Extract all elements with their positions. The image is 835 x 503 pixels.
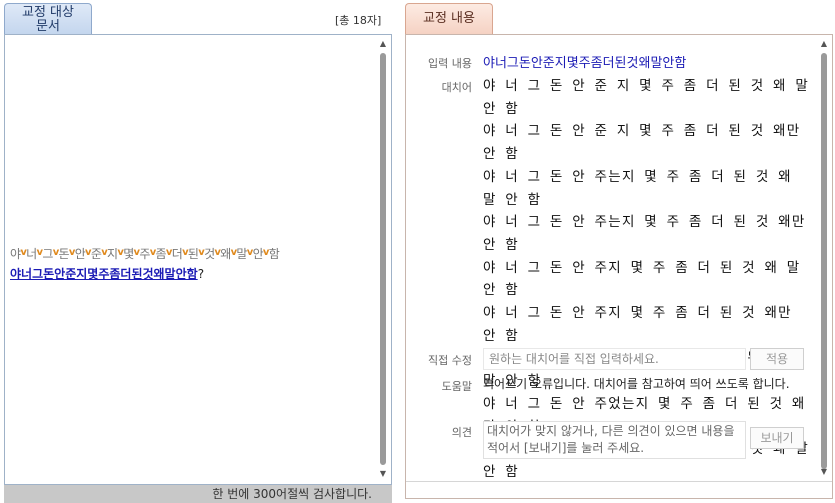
opinion-textarea[interactable] bbox=[483, 421, 746, 459]
direct-edit-input[interactable] bbox=[483, 348, 746, 370]
candidate-item[interactable]: 야 너 그 돈 안 주는지 몇 주 좀 더 된 것 왜만 안 함 bbox=[483, 211, 811, 256]
document-panel: 야v너v그v돈v안v준v지v몇v주v좀v더v된v것v왜v말v안v함 야너그돈안준… bbox=[4, 34, 392, 485]
panel-divider bbox=[406, 481, 832, 482]
spacing-caret-icon: v bbox=[149, 247, 157, 258]
spacing-caret-icon: v bbox=[230, 247, 238, 258]
original-syllable: 그 bbox=[42, 247, 54, 261]
spacing-caret-icon: v bbox=[52, 247, 60, 258]
spacing-caret-icon: v bbox=[85, 247, 92, 258]
apply-button[interactable]: 적용 bbox=[750, 348, 804, 370]
opinion-label: 의견 bbox=[451, 426, 472, 439]
candidate-item[interactable]: 야 너 그 돈 안 준 지 몇 주 좀 더 된 것 왜만 안 함 bbox=[483, 120, 811, 165]
candidate-item[interactable]: 야 너 그 돈 안 주는지 몇 주 좀 더 된 것 왜 말 안 함 bbox=[483, 166, 811, 211]
candidate-item[interactable]: 야 너 그 돈 안 주지 몇 주 좀 더 된 것 왜만 안 함 bbox=[483, 302, 811, 347]
char-count: [총 18자] bbox=[335, 14, 382, 27]
scroll-up-icon[interactable]: ▲ bbox=[377, 39, 389, 49]
scroll-down-icon[interactable]: ▼ bbox=[377, 469, 389, 479]
tab-target-document-label-line1: 교정 대상 bbox=[22, 5, 74, 20]
spacing-caret-icon: v bbox=[246, 247, 254, 258]
send-button[interactable]: 보내기 bbox=[750, 427, 804, 449]
original-syllable: 함 bbox=[268, 247, 281, 261]
spacing-caret-icon: v bbox=[165, 247, 173, 258]
original-text-line: 야v너v그v돈v안v준v지v몇v주v좀v더v된v것v왜v말v안v함 bbox=[10, 245, 280, 265]
spacing-caret-icon: v bbox=[20, 247, 28, 258]
spacing-caret-icon: v bbox=[262, 247, 270, 258]
spacing-caret-icon: v bbox=[133, 247, 141, 258]
document-text: 야v너v그v돈v안v준v지v몇v주v좀v더v된v것v왜v말v안v함 야너그돈안준… bbox=[10, 245, 280, 283]
spacing-caret-icon: v bbox=[36, 247, 44, 258]
spacing-caret-icon: v bbox=[101, 247, 109, 258]
tab-correction-content-label: 교정 내용 bbox=[423, 11, 475, 26]
scrollbar-thumb[interactable] bbox=[821, 53, 827, 469]
scroll-up-icon[interactable]: ▲ bbox=[818, 39, 830, 49]
document-footer-note: 한 번에 300어절씩 검사합니다. bbox=[4, 485, 392, 503]
spacing-caret-icon: v bbox=[198, 247, 206, 258]
scrollbar-thumb[interactable] bbox=[380, 53, 386, 465]
candidate-item[interactable]: 야 너 그 돈 안 주지 몇 주 좀 더 된 것 왜 말 안 함 bbox=[483, 257, 811, 302]
error-word[interactable]: 야너그돈안준지몇주좀더된것왜말안함 bbox=[10, 267, 198, 281]
error-suffix: ? bbox=[197, 267, 205, 281]
original-syllable: 몇 bbox=[123, 247, 135, 261]
help-text: 띄어쓰기 오류입니다. 대치어를 참고하여 띄어 쓰도록 합니다. bbox=[483, 377, 790, 391]
spacing-caret-icon: v bbox=[214, 247, 222, 258]
original-syllable: 왜 bbox=[220, 247, 232, 261]
help-label: 도움말 bbox=[441, 380, 472, 393]
input-label: 입력 내용 bbox=[428, 57, 472, 70]
document-scrollbar[interactable]: ▲ ▼ bbox=[377, 37, 389, 483]
correction-panel: 입력 내용 야너그돈안준지몇주좀더된것왜말안함 대치어 야 너 그 돈 안 준 … bbox=[405, 34, 833, 499]
spacing-caret-icon: v bbox=[117, 247, 125, 258]
candidates-label: 대치어 bbox=[441, 81, 472, 94]
tab-target-document[interactable]: 교정 대상 문서 bbox=[4, 3, 92, 34]
spacing-caret-icon: v bbox=[182, 247, 189, 258]
original-syllable: 너 bbox=[26, 247, 38, 261]
tab-correction-content[interactable]: 교정 내용 bbox=[405, 3, 493, 34]
input-value: 야너그돈안준지몇주좀더된것왜말안함 bbox=[483, 56, 687, 71]
candidate-item[interactable]: 야 너 그 돈 안 준 지 몇 주 좀 더 된 것 왜 말 안 함 bbox=[483, 75, 811, 120]
direct-edit-label: 직접 수정 bbox=[428, 354, 472, 367]
correction-scrollbar[interactable]: ▲ ▼ bbox=[818, 37, 830, 477]
spacing-caret-icon: v bbox=[68, 247, 76, 258]
scroll-down-icon[interactable]: ▼ bbox=[818, 467, 830, 477]
tab-target-document-label-line2: 문서 bbox=[36, 19, 60, 34]
